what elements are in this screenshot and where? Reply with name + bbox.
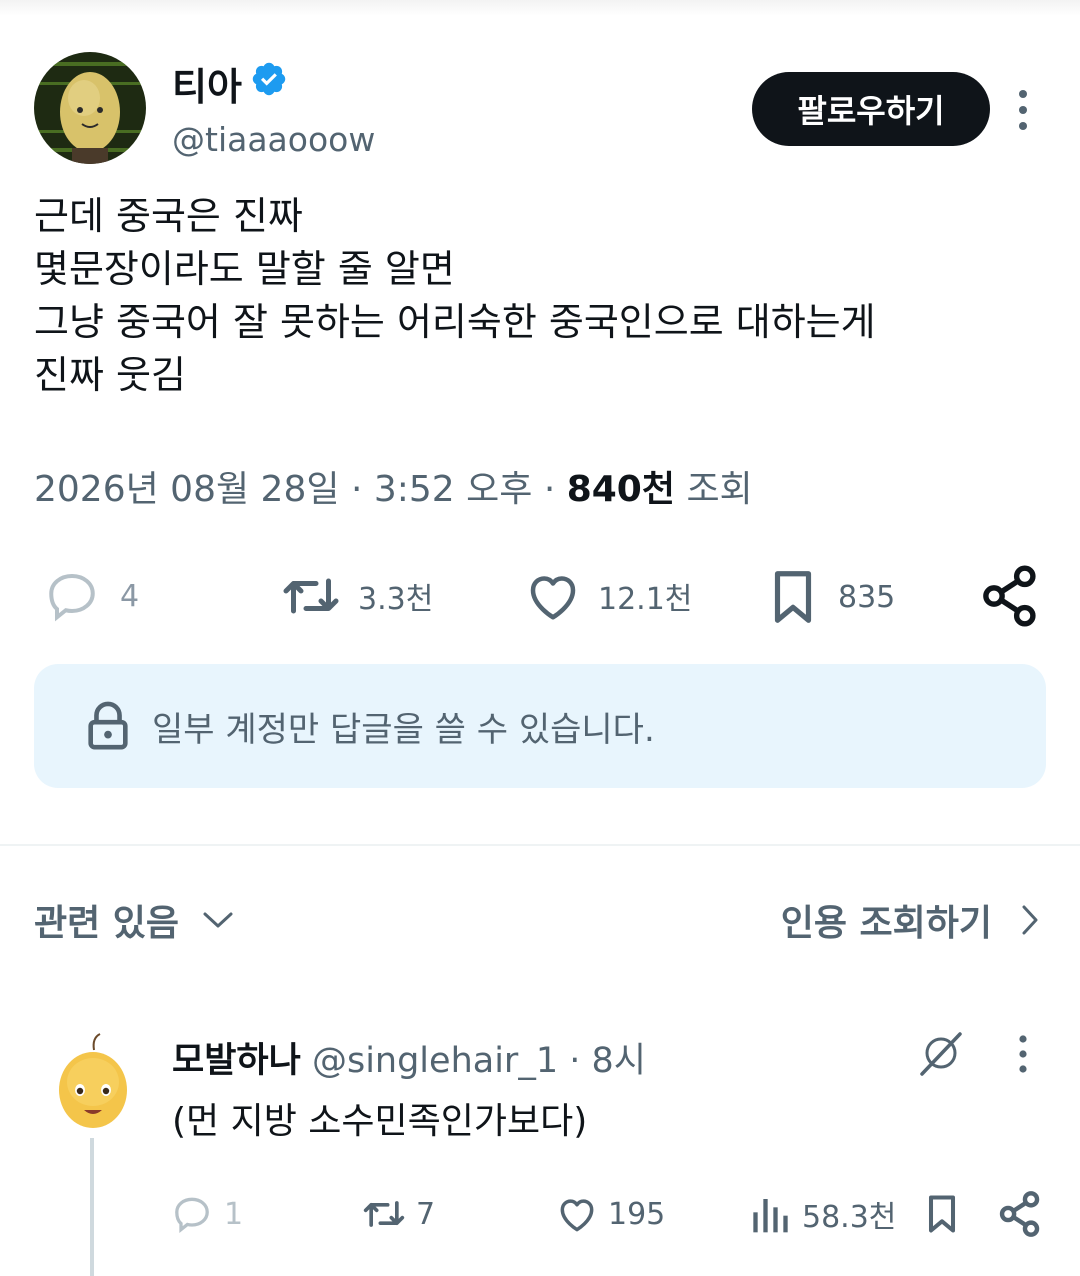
bookmark-action[interactable]: 835 <box>762 566 895 628</box>
follow-button[interactable]: 팔로우하기 <box>752 72 990 146</box>
share-action[interactable] <box>980 564 1040 628</box>
tweet-meta: 2026년 08월 28일 · 3:52 오후 · 840천 조회 <box>34 460 753 512</box>
reply-share-action[interactable] <box>998 1190 1042 1238</box>
reply-icon <box>175 1197 209 1234</box>
bookmark-icon <box>928 1195 956 1233</box>
like-action[interactable]: 12.1천 <box>520 566 692 626</box>
meta-separator: · <box>350 469 374 510</box>
reply-author-name[interactable]: 모발하나 <box>172 1041 301 1081</box>
reply-views-count: 58.3천 <box>802 1200 897 1235</box>
share-icon <box>999 1191 1040 1237</box>
chevron-right-icon <box>1022 905 1038 935</box>
author-name[interactable]: 티아 <box>172 56 242 111</box>
like-count: 12.1천 <box>598 582 693 617</box>
views-chart-icon <box>753 1199 788 1233</box>
grok-icon[interactable] <box>916 1028 966 1078</box>
reply-author-handle[interactable]: @singlehair_1 <box>312 1041 558 1081</box>
share-icon <box>983 565 1036 627</box>
reply-like-action[interactable]: 195 <box>554 1192 665 1236</box>
reply-retweet-count: 7 <box>416 1196 436 1232</box>
tweet-date[interactable]: 2026년 08월 28일 <box>34 469 339 510</box>
reply-header: 모발하나 @singlehair_1 · 8시 <box>172 1032 646 1083</box>
retweet-count: 3.3천 <box>358 582 434 617</box>
view-quotes-label: 인용 조회하기 <box>780 903 992 944</box>
reply-separator: · <box>569 1041 581 1081</box>
reply-action[interactable]: 4 <box>42 566 139 626</box>
reply-more-options-icon[interactable] <box>1008 1034 1038 1074</box>
retweet-action[interactable]: 3.3천 <box>278 566 433 626</box>
reply-text: (먼 지방 소수민족인가보다) <box>172 1101 588 1142</box>
bookmark-count: 835 <box>838 579 896 615</box>
lock-icon <box>88 701 128 750</box>
reply-time[interactable]: 8시 <box>592 1041 646 1081</box>
retweet-icon <box>363 1201 405 1227</box>
author-handle[interactable]: @tiaaaooow <box>172 120 375 159</box>
views-count: 840천 <box>566 469 675 510</box>
reply-retweet-action[interactable]: 7 <box>360 1192 435 1236</box>
heart-icon <box>530 576 576 620</box>
reply-avatar[interactable] <box>48 1030 138 1130</box>
views-label: 조회 <box>686 469 753 510</box>
top-divider <box>0 0 1080 16</box>
reply-reply-action[interactable]: 1 <box>170 1192 243 1236</box>
more-options-icon[interactable] <box>1008 88 1038 132</box>
thread-line <box>90 1138 94 1276</box>
heart-icon <box>560 1199 594 1232</box>
tweet-time[interactable]: 3:52 오후 <box>374 469 533 510</box>
related-dropdown[interactable]: 관련 있음 <box>34 894 235 946</box>
reply-count: 4 <box>120 578 140 614</box>
section-divider <box>0 844 1080 846</box>
verified-badge-icon <box>252 62 286 96</box>
chevron-down-icon <box>203 912 233 928</box>
view-quotes-link[interactable]: 인용 조회하기 <box>781 894 1040 946</box>
reply-bookmark-action[interactable] <box>920 1190 964 1238</box>
related-label: 관련 있음 <box>34 903 180 944</box>
retweet-icon <box>283 578 339 614</box>
reply-restriction-notice: 일부 계정만 답글을 쓸 수 있습니다. <box>34 664 1046 788</box>
meta-separator: · <box>543 469 567 510</box>
tweet-text: 근데 중국은 진짜 몇문장이라도 말할 줄 알면 그냥 중국어 잘 못하는 어리… <box>34 194 876 397</box>
reply-restriction-text: 일부 계정만 답글을 쓸 수 있습니다. <box>152 709 655 750</box>
author-avatar[interactable] <box>34 52 146 164</box>
reply-icon <box>49 573 95 622</box>
reply-views-action[interactable]: 58.3천 <box>750 1192 896 1236</box>
reply-reply-count: 1 <box>224 1196 244 1232</box>
reply-like-count: 195 <box>608 1196 666 1232</box>
bookmark-icon <box>774 571 812 623</box>
